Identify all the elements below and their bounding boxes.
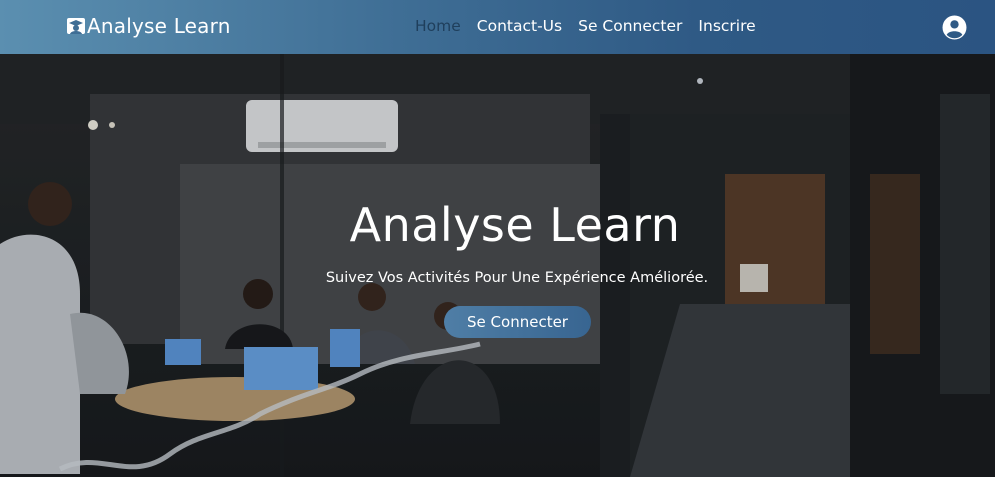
hero-section: Analyse Learn Suivez Vos Activités Pour … — [0, 54, 995, 477]
hero-subtitle: Suivez Vos Activités Pour Une Expérience… — [325, 270, 709, 286]
nav-register-link[interactable]: Inscrire — [698, 17, 755, 35]
hero-login-button[interactable]: Se Connecter — [444, 306, 591, 338]
hero-background-photo — [0, 54, 995, 477]
nav-links: Home Contact-Us Se Connecter Inscrire — [415, 17, 772, 35]
hero-title: Analyse Learn — [349, 198, 681, 252]
brand-link[interactable]: Analyse Learn — [66, 14, 231, 38]
nav-home-link[interactable]: Home — [415, 17, 461, 35]
user-circle-icon[interactable] — [942, 15, 967, 40]
nav-contact-link[interactable]: Contact-Us — [477, 17, 562, 35]
nav-login-link[interactable]: Se Connecter — [578, 17, 682, 35]
graduate-icon — [67, 18, 85, 34]
brand-name: Analyse Learn — [87, 14, 231, 38]
navbar: Analyse Learn Home Contact-Us Se Connect… — [0, 0, 995, 54]
